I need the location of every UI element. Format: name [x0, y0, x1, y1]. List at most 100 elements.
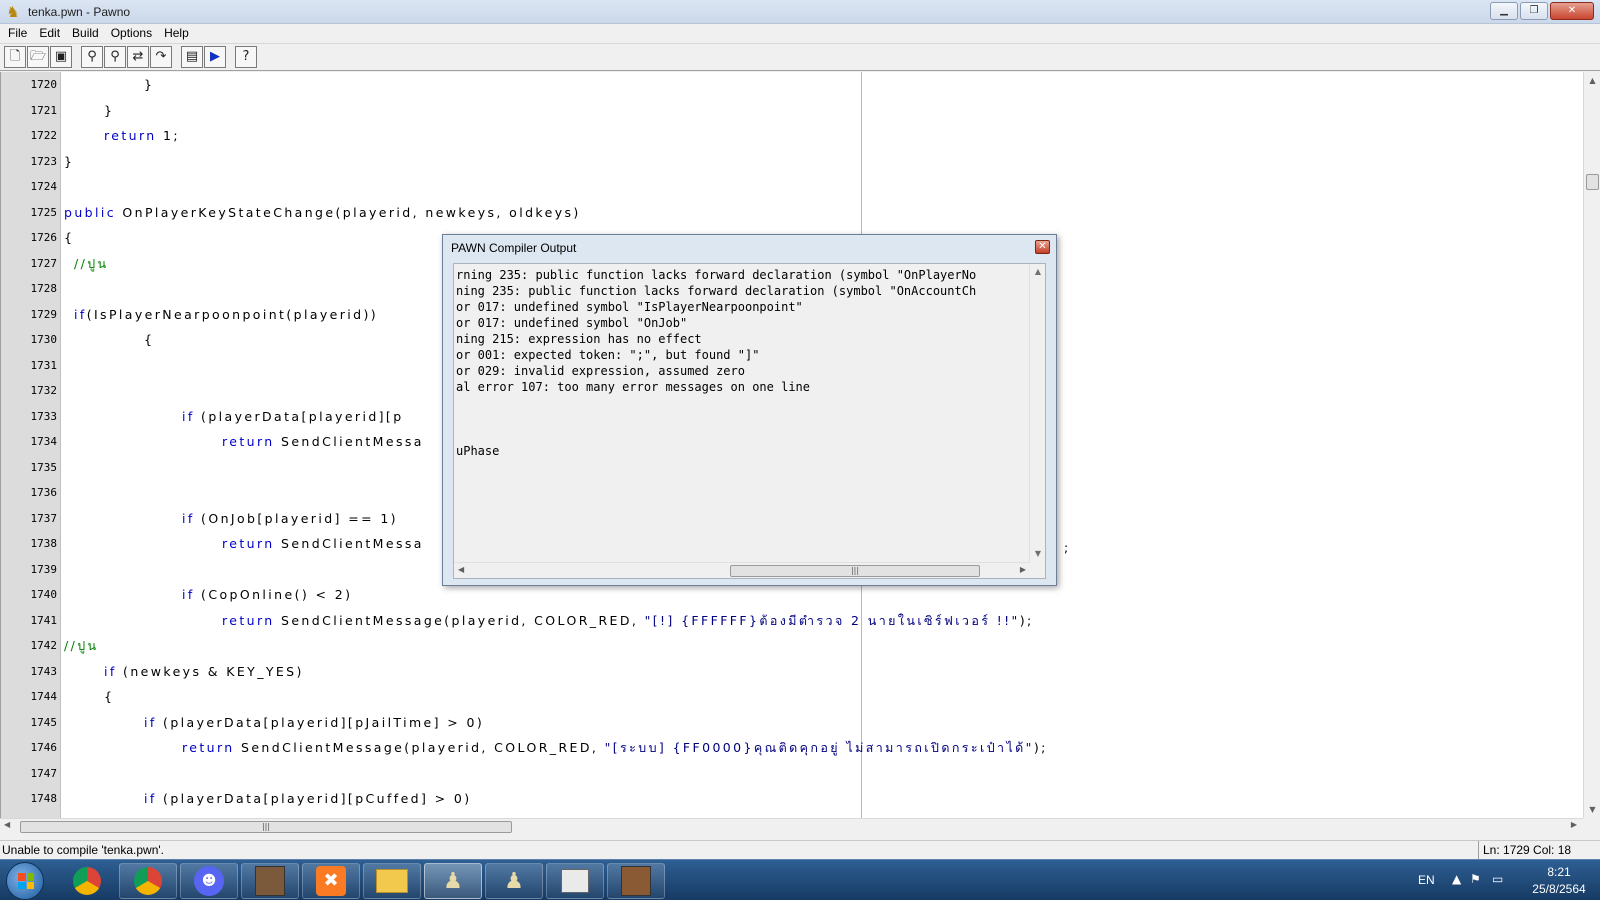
app-window-icon[interactable] [546, 863, 604, 899]
editor-horizontal-scrollbar[interactable]: ◀ ||| ▶ [0, 818, 1583, 834]
code-line[interactable]: 1747 [1, 761, 1583, 787]
code-text: return SendClientMessa [222, 429, 424, 455]
pawno-taskbar-icon[interactable]: ♟ [424, 863, 482, 899]
line-number: 1726 [30, 231, 58, 244]
code-token: { [104, 689, 115, 704]
line-number: 1725 [30, 205, 58, 219]
code-line[interactable]: 1743 if (newkeys & KEY_YES) [1, 659, 1583, 685]
code-token: } [144, 77, 155, 92]
dialog-close-icon[interactable]: ✕ [1035, 240, 1050, 254]
code-line[interactable]: 1748 if (playerData[playerid][pCuffed] > … [1, 786, 1583, 812]
line-number: 1723 [30, 154, 58, 168]
scroll-right-arrow-icon[interactable]: ▶ [1571, 820, 1577, 829]
code-text: if (playerData[playerid][pCuffed] > 0) [144, 786, 472, 812]
file-explorer-icon[interactable] [363, 863, 421, 899]
show-hidden-icons-icon[interactable]: ▲ [1452, 872, 1461, 886]
clock-time[interactable]: 8:21 [1534, 865, 1584, 879]
dialog-scroll-up-icon[interactable]: ▲ [1030, 264, 1045, 280]
line-number: 1724 [30, 180, 58, 193]
stray-semicolon: ; [1064, 540, 1069, 555]
code-line[interactable]: 1722 return 1; [1, 123, 1583, 149]
code-line[interactable]: 1723} [1, 149, 1583, 175]
editor-vertical-scrollbar[interactable]: ▲ ▼ [1583, 72, 1600, 818]
keyword-token: if [182, 510, 195, 526]
scroll-down-arrow-icon[interactable]: ▼ [1584, 801, 1600, 818]
code-token: ); [1033, 740, 1048, 755]
code-line[interactable]: 1721} [1, 98, 1583, 124]
language-indicator[interactable]: EN [1418, 873, 1435, 887]
open-folder-icon[interactable]: 🗁 [27, 46, 49, 68]
run-icon[interactable]: ▶ [204, 46, 226, 68]
menu-file[interactable]: File [3, 26, 34, 40]
dialog-scroll-down-icon[interactable]: ▼ [1030, 546, 1045, 562]
dialog-scroll-left-icon[interactable]: ◀ [458, 565, 464, 574]
menu-bar: File Edit Build Options Help [0, 24, 1600, 42]
maximize-button[interactable]: ❐ [1520, 2, 1548, 20]
scroll-left-arrow-icon[interactable]: ◀ [4, 820, 10, 829]
menu-edit[interactable]: Edit [34, 26, 67, 40]
code-line[interactable]: 1720} [1, 72, 1583, 98]
compiler-message [454, 411, 1034, 427]
find-next-icon[interactable]: ⚲ [104, 46, 126, 68]
pawno-second-icon[interactable]: ♟ [485, 863, 543, 899]
goto-icon[interactable]: ↷ [150, 46, 172, 68]
chrome-window-icon[interactable] [119, 863, 177, 899]
xampp-icon[interactable]: ✖ [302, 863, 360, 899]
dialog-hscroll-thumb[interactable]: ||| [730, 565, 980, 577]
code-token: OnPlayerKeyStateChange(playerid, newkeys… [116, 204, 581, 220]
close-button[interactable]: ✕ [1550, 2, 1594, 20]
keyword-token: if [144, 714, 157, 730]
action-center-flag-icon[interactable]: ⚑ [1470, 872, 1481, 886]
dialog-horizontal-scrollbar[interactable]: ◀ ||| ▶ [454, 562, 1030, 578]
clock-date[interactable]: 25/8/2564 [1526, 882, 1592, 896]
compiler-output-text[interactable]: rning 235: public function lacks forward… [453, 263, 1046, 579]
line-number: 1739 [30, 562, 58, 576]
minimize-button[interactable]: ▁ [1490, 2, 1518, 20]
code-text: //ปูน [64, 633, 99, 659]
code-text: return SendClientMessage(playerid, COLOR… [182, 735, 1048, 761]
line-number: 1745 [30, 715, 58, 729]
scroll-up-arrow-icon[interactable]: ▲ [1584, 72, 1600, 89]
network-icon[interactable]: ▭ [1492, 872, 1503, 886]
menu-help[interactable]: Help [159, 26, 196, 40]
code-line[interactable]: 1741 return SendClientMessage(playerid, C… [1, 608, 1583, 634]
pawno-app-icon[interactable]: ♞ [4, 3, 22, 21]
line-number: 1735 [30, 460, 58, 474]
compiler-message: or 001: expected token: ";", but found "… [456, 348, 760, 362]
menu-options[interactable]: Options [106, 26, 159, 40]
gta-sa-icon[interactable] [607, 863, 665, 899]
discord-icon[interactable]: ☻ [180, 863, 238, 899]
code-line[interactable]: 1746 return SendClientMessage(playerid, C… [1, 735, 1583, 761]
status-bar: Unable to compile 'tenka.pwn'. Ln: 1729 … [0, 840, 1600, 859]
code-line[interactable]: 1744 { [1, 684, 1583, 710]
code-text: } [64, 149, 74, 175]
new-file-icon[interactable]: 🗋 [4, 46, 26, 68]
compiler-message: or 017: undefined symbol "OnJob" [456, 316, 688, 330]
code-line[interactable]: 1724 [1, 174, 1583, 200]
game-character-icon[interactable] [241, 863, 299, 899]
line-number: 1748 [30, 792, 58, 805]
menu-build[interactable]: Build [67, 26, 106, 40]
dialog-scroll-right-icon[interactable]: ▶ [1020, 565, 1026, 574]
find-icon[interactable]: ⚲ [81, 46, 103, 68]
code-text: return SendClientMessa [222, 531, 424, 557]
string-token: "[ระบบ] {FF0000}คุณติดคุกอยู่ ไม่สามารถเ… [604, 740, 1034, 755]
code-text: } [104, 98, 114, 124]
chrome-pinned-icon[interactable] [58, 863, 116, 899]
hscroll-thumb[interactable]: ||| [20, 821, 512, 833]
compile-icon[interactable]: ▤ [181, 46, 203, 68]
keyword-token: if [182, 587, 195, 602]
save-icon[interactable]: ▣ [50, 46, 72, 68]
line-number: 1744 [30, 690, 58, 703]
code-line[interactable]: 1725 public OnPlayerKeyStateChange(player… [1, 200, 1583, 226]
start-button[interactable] [6, 862, 44, 900]
scroll-thumb[interactable] [1586, 174, 1599, 190]
status-message: Unable to compile 'tenka.pwn'. [2, 843, 165, 857]
dialog-vertical-scrollbar[interactable]: ▲ ▼ [1029, 264, 1045, 562]
replace-icon[interactable]: ⇄ [127, 46, 149, 68]
help-icon[interactable]: ? [235, 46, 257, 68]
dialog-title: PAWN Compiler Output [451, 241, 577, 255]
code-token: (playerData[playerid][pCuffed] > 0) [156, 791, 472, 806]
code-line[interactable]: 1742 //ปูน [1, 633, 1583, 659]
code-line[interactable]: 1745 if (playerData[playerid][pJailTime] … [1, 710, 1583, 736]
